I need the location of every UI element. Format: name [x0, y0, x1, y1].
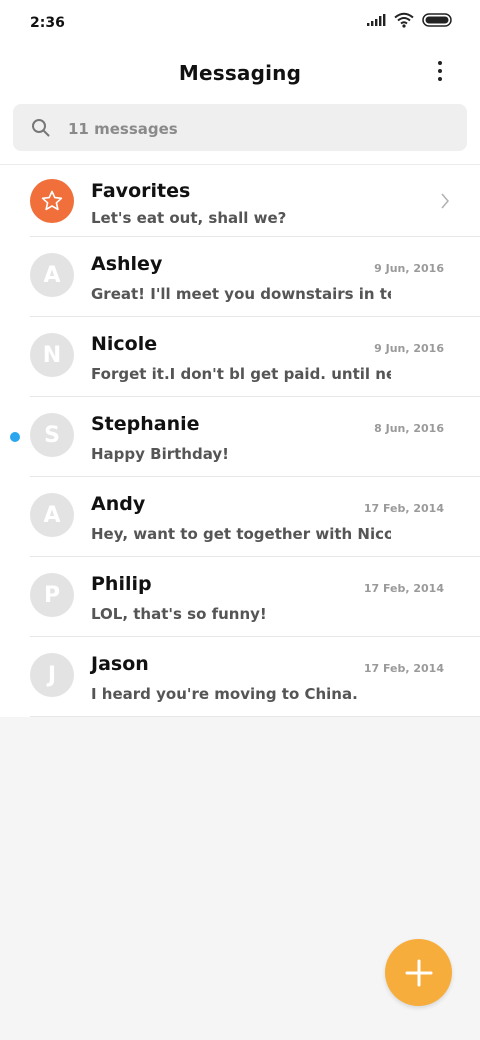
more-options-button[interactable] — [430, 56, 450, 86]
signal-icon — [367, 14, 386, 26]
avatar: P — [30, 573, 74, 617]
contact-name: Andy — [91, 493, 146, 515]
more-vertical-icon-dot — [438, 77, 442, 81]
search-icon — [32, 119, 50, 137]
message-preview: Hey, want to get together with Nicole ..… — [91, 525, 391, 543]
conversation-list: Favorites Let's eat out, shall we? A Ash… — [0, 164, 480, 717]
status-icons — [366, 12, 452, 28]
avatar: N — [30, 333, 74, 377]
avatar: J — [30, 653, 74, 697]
favorites-row[interactable]: Favorites Let's eat out, shall we? — [30, 165, 480, 237]
conversation-row[interactable]: P Philip 17 Feb, 2014 LOL, that's so fun… — [30, 557, 480, 637]
favorites-avatar — [30, 179, 74, 223]
new-message-button[interactable] — [385, 939, 452, 1006]
avatar: A — [30, 493, 74, 537]
message-preview: LOL, that's so funny! — [91, 605, 267, 623]
message-date: 17 Feb, 2014 — [363, 662, 444, 675]
message-date: 9 Jun, 2016 — [374, 262, 444, 275]
contact-name: Jason — [91, 653, 149, 675]
favorites-title: Favorites — [91, 180, 191, 202]
avatar: S — [30, 413, 74, 457]
avatar: A — [30, 253, 74, 297]
app-surface: 2:36 Messaging 11 messages Favorites Let… — [0, 0, 480, 717]
page-title: Messaging — [178, 61, 302, 85]
conversation-row[interactable]: A Ashley 9 Jun, 2016 Great! I'll meet yo… — [30, 237, 480, 317]
conversation-row[interactable]: A Andy 17 Feb, 2014 Hey, want to get tog… — [30, 477, 480, 557]
plus-icon — [405, 959, 432, 986]
chevron-right-icon — [441, 193, 449, 209]
message-date: 17 Feb, 2014 — [363, 502, 444, 515]
battery-icon — [422, 13, 452, 27]
contact-name: Nicole — [91, 333, 158, 355]
message-date: 17 Feb, 2014 — [363, 582, 444, 595]
search-input[interactable]: 11 messages — [68, 120, 178, 138]
conversation-row[interactable]: S Stephanie 8 Jun, 2016 Happy Birthday! — [10, 397, 480, 477]
wifi-icon — [394, 12, 414, 28]
contact-name: Ashley — [91, 253, 163, 275]
search-bar[interactable]: 11 messages — [13, 104, 467, 151]
contact-name: Stephanie — [91, 413, 200, 435]
unread-indicator — [10, 432, 20, 442]
star-icon — [41, 190, 63, 211]
status-bar: 2:36 — [0, 0, 480, 48]
message-preview: Happy Birthday! — [91, 445, 229, 463]
message-preview: I heard you're moving to China. — [91, 685, 358, 703]
message-preview: Great! I'll meet you downstairs in ten .… — [91, 285, 391, 303]
header: Messaging — [0, 48, 480, 98]
favorites-preview: Let's eat out, shall we? — [91, 209, 287, 227]
contact-name: Philip — [91, 573, 152, 595]
message-preview: Forget it.I don't bl get paid. until nex… — [91, 365, 391, 383]
more-vertical-icon-dot — [438, 69, 442, 73]
status-time: 2:36 — [30, 15, 65, 31]
conversation-row[interactable]: J Jason 17 Feb, 2014 I heard you're movi… — [30, 637, 480, 717]
conversation-row[interactable]: N Nicole 9 Jun, 2016 Forget it.I don't b… — [30, 317, 480, 397]
message-date: 9 Jun, 2016 — [374, 342, 444, 355]
more-vertical-icon-dot — [438, 61, 442, 65]
message-date: 8 Jun, 2016 — [374, 422, 444, 435]
